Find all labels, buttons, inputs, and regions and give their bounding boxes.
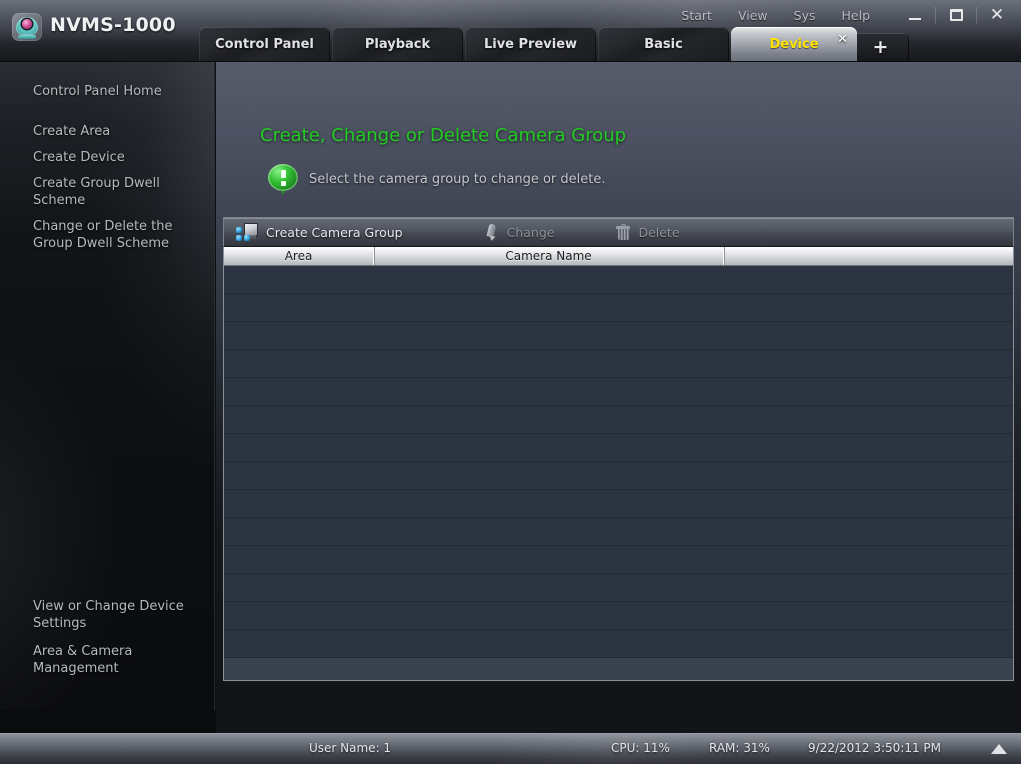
table-row[interactable] [224, 462, 1013, 490]
maximize-icon [949, 9, 963, 21]
minimize-icon [909, 17, 921, 20]
tab-playback[interactable]: Playback [332, 27, 463, 61]
tab-close-icon[interactable]: ✕ [837, 32, 848, 47]
tab-control-panel[interactable]: Control Panel [199, 27, 330, 61]
triangle-up-icon[interactable] [991, 744, 1007, 754]
status-ram: RAM: 31% [709, 741, 770, 755]
sidebar-group-create: Create Area Create Device Create Group D… [0, 123, 214, 252]
tab-device[interactable]: Device ✕ [731, 27, 857, 61]
table-row[interactable] [224, 406, 1013, 434]
page-title: Create, Change or Delete Camera Group [260, 125, 627, 146]
sidebar-bottom-filler [0, 710, 215, 733]
sidebar-item-area-camera-management[interactable]: Area & Camera Management [0, 643, 214, 677]
column-header-area[interactable]: Area [224, 247, 374, 265]
status-cpu: CPU: 11% [611, 741, 670, 755]
menu-bar: Start View Sys Help [668, 6, 883, 25]
table-body [224, 266, 1013, 680]
main-bottom-filler [216, 682, 1021, 733]
camera-group-table: Area Camera Name [223, 247, 1014, 681]
column-header-blank[interactable] [724, 247, 1013, 265]
hint-row: Select the camera group to change or del… [268, 164, 606, 195]
status-user-name: User Name: 1 [309, 741, 392, 755]
pencil-icon [485, 222, 499, 242]
table-row[interactable] [224, 350, 1013, 378]
table-row[interactable] [224, 266, 1013, 294]
sidebar-item-control-panel-home[interactable]: Control Panel Home [0, 83, 214, 100]
button-label: Delete [638, 224, 680, 240]
table-row[interactable] [224, 574, 1013, 602]
tab-label: Live Preview [483, 36, 578, 52]
button-label: Create Camera Group [266, 224, 403, 240]
sidebar-item-create-device[interactable]: Create Device [0, 149, 214, 166]
table-row[interactable] [224, 294, 1013, 322]
table-row[interactable] [224, 658, 1013, 680]
main-content-panel: Create, Change or Delete Camera Group Se… [216, 62, 1021, 733]
tab-live-preview[interactable]: Live Preview [465, 27, 596, 61]
table-row[interactable] [224, 378, 1013, 406]
button-label: Change [506, 224, 555, 240]
minimize-button[interactable] [895, 3, 935, 27]
hint-text: Select the camera group to change or del… [309, 171, 606, 187]
table-row[interactable] [224, 630, 1013, 658]
tab-label: Control Panel [215, 36, 314, 52]
delete-button[interactable]: Delete [604, 218, 691, 246]
table-row[interactable] [224, 602, 1013, 630]
menu-item-view[interactable]: View [725, 6, 781, 25]
create-camera-group-icon [236, 223, 258, 241]
trash-icon [616, 224, 631, 240]
table-row[interactable] [224, 322, 1013, 350]
sidebar-item-create-group-dwell-scheme[interactable]: Create Group Dwell Scheme [0, 175, 214, 209]
column-header-camera-name[interactable]: Camera Name [374, 247, 724, 265]
table-row[interactable] [224, 434, 1013, 462]
table-row[interactable] [224, 490, 1013, 518]
tab-label: Playback [364, 36, 431, 52]
menu-item-help[interactable]: Help [829, 6, 884, 25]
table-row[interactable] [224, 518, 1013, 546]
table-toolbar: Create Camera Group Change Delete [223, 217, 1014, 247]
tab-strip: Control Panel Playback Live Preview Basi… [0, 27, 1021, 62]
maximize-button[interactable] [936, 3, 976, 27]
sidebar-item-change-or-delete-group-dwell-scheme[interactable]: Change or Delete the Group Dwell Scheme [0, 218, 214, 252]
menu-item-sys[interactable]: Sys [781, 6, 829, 25]
create-camera-group-button[interactable]: Create Camera Group [224, 218, 415, 246]
change-button[interactable]: Change [473, 218, 567, 246]
status-datetime: 9/22/2012 3:50:11 PM [808, 741, 942, 755]
window-controls: ✕ [895, 3, 1017, 27]
sidebar-item-create-area[interactable]: Create Area [0, 123, 214, 140]
sidebar-group-manage: View or Change Device Settings Area & Ca… [0, 598, 214, 677]
tab-basic[interactable]: Basic [598, 27, 729, 61]
table-row[interactable] [224, 546, 1013, 574]
tab-label: Device [769, 36, 819, 52]
add-tab-button[interactable]: + [852, 33, 909, 61]
sidebar-item-view-or-change-device-settings[interactable]: View or Change Device Settings [0, 598, 214, 632]
close-button[interactable]: ✕ [977, 3, 1017, 27]
tab-label: Basic [644, 36, 683, 52]
info-balloon-icon [268, 164, 298, 195]
close-icon: ✕ [989, 4, 1005, 25]
application-window: NVMS-1000 Start View Sys Help ✕ Control … [0, 0, 1021, 764]
status-bar: User Name: 1 CPU: 11% RAM: 31% 9/22/2012… [0, 733, 1021, 764]
sidebar: Control Panel Home Create Area Create De… [0, 62, 215, 733]
menu-item-start[interactable]: Start [668, 6, 725, 25]
table-header-row: Area Camera Name [224, 247, 1013, 266]
plus-icon: + [872, 35, 889, 58]
